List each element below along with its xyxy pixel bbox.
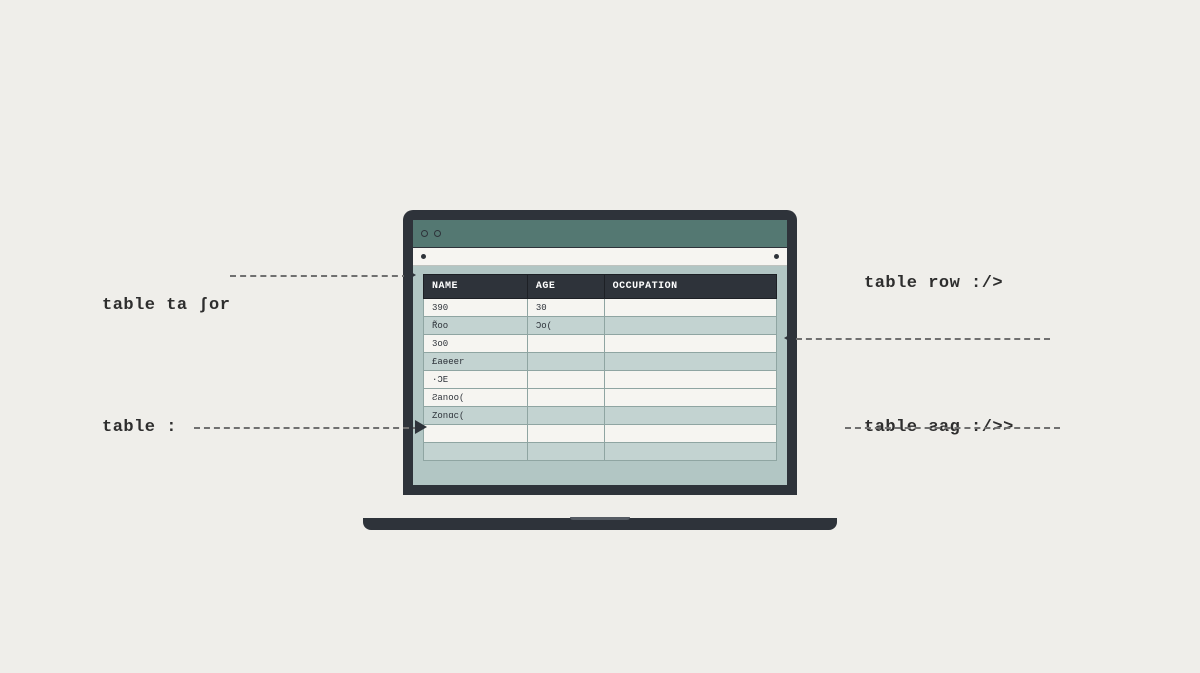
annotation-label: table : [102, 418, 177, 437]
cell [604, 371, 776, 389]
table-row: £aɵeer [424, 353, 777, 371]
col-header-occupation: OCCUPATION [604, 275, 776, 299]
cell: 390 [424, 299, 528, 317]
window-button-icon [421, 230, 428, 237]
window-button-icon [434, 230, 441, 237]
cell [604, 407, 776, 425]
cell: Ƨanoo( [424, 389, 528, 407]
table-row: 3o0 [424, 335, 777, 353]
arrow-line [194, 427, 419, 429]
arrow-line [230, 275, 408, 277]
table-row: Zonɑc( [424, 407, 777, 425]
cell [424, 425, 528, 443]
cell: Ɔo( [527, 317, 604, 335]
table-row [424, 443, 777, 461]
table-wrapper: NAME AGE OCCUPATION 390 30 R̃oo Ɔo( [413, 266, 787, 485]
annotation-label: table ta ʃor [102, 296, 230, 315]
cell [424, 443, 528, 461]
cell: 30 [527, 299, 604, 317]
arrow-line [796, 338, 1050, 340]
toolbar-dot-icon [421, 254, 426, 259]
table-row: 390 30 [424, 299, 777, 317]
table-header-row: NAME AGE OCCUPATION [424, 275, 777, 299]
cell [527, 353, 604, 371]
cell [527, 371, 604, 389]
cell [604, 335, 776, 353]
laptop-illustration: NAME AGE OCCUPATION 390 30 R̃oo Ɔo( [403, 210, 797, 520]
table-row [424, 425, 777, 443]
col-header-name: NAME [424, 275, 528, 299]
cell [527, 443, 604, 461]
cell [604, 353, 776, 371]
data-table: NAME AGE OCCUPATION 390 30 R̃oo Ɔo( [423, 274, 777, 461]
col-header-age: AGE [527, 275, 604, 299]
table-row: Ƨanoo( [424, 389, 777, 407]
cell [604, 317, 776, 335]
table-row: ·ƆE [424, 371, 777, 389]
cell: ·ƆE [424, 371, 528, 389]
arrowhead-icon [404, 268, 416, 282]
laptop-base [363, 518, 837, 530]
cell [604, 389, 776, 407]
cell: £aɵeer [424, 353, 528, 371]
table-row: R̃oo Ɔo( [424, 317, 777, 335]
screen: NAME AGE OCCUPATION 390 30 R̃oo Ɔo( [413, 220, 787, 485]
cell [604, 443, 776, 461]
arrowhead-icon [784, 331, 796, 345]
cell [604, 425, 776, 443]
annotation-label: table row :/> [864, 274, 1003, 293]
window-toolbar [413, 248, 787, 266]
toolbar-dot-icon [774, 254, 779, 259]
cell [527, 389, 604, 407]
cell: 3o0 [424, 335, 528, 353]
window-titlebar [413, 220, 787, 248]
cell: R̃oo [424, 317, 528, 335]
cell [527, 335, 604, 353]
arrowhead-icon [415, 420, 427, 434]
cell: Zonɑc( [424, 407, 528, 425]
cell [527, 425, 604, 443]
cell [604, 299, 776, 317]
table-body: 390 30 R̃oo Ɔo( 3o0 £a [424, 299, 777, 461]
cell [527, 407, 604, 425]
arrow-line [845, 427, 1060, 429]
